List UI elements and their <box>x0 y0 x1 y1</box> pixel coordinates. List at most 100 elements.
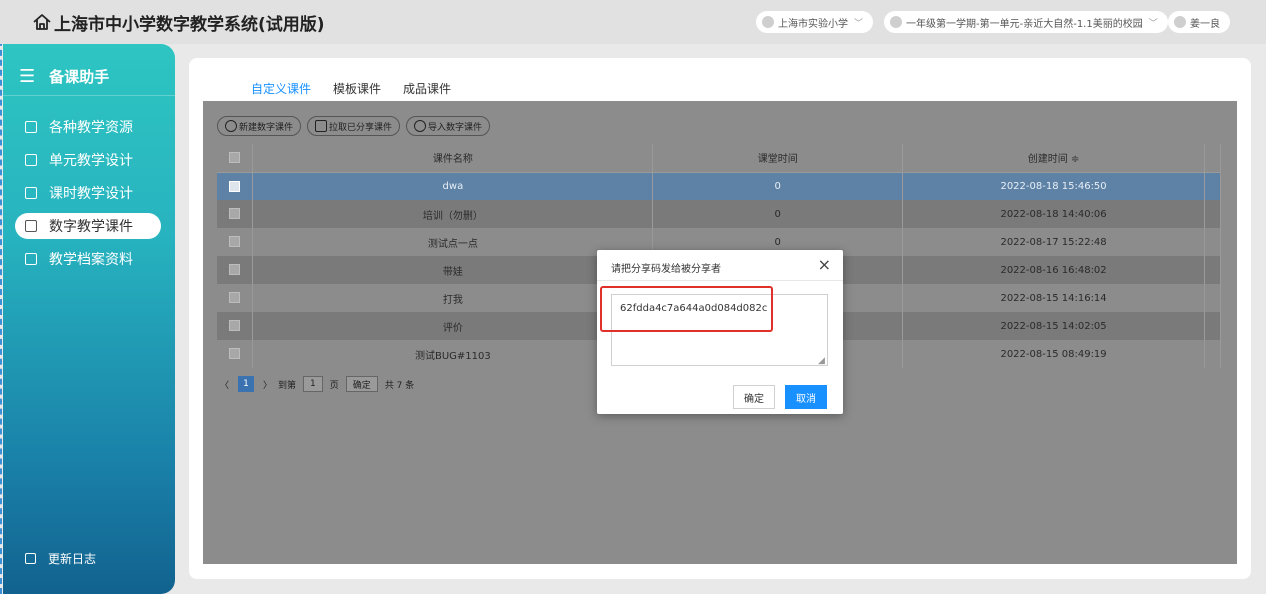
pull-icon <box>315 120 328 132</box>
row-select-cell[interactable] <box>217 312 254 340</box>
plus-icon <box>225 120 237 132</box>
import-courseware-button[interactable]: 导入数字课件 <box>406 116 491 136</box>
share-code-textarea[interactable]: 62fdda4c7a644a0d084d082c <box>611 294 828 366</box>
row-created: 2022-08-15 14:02:05 <box>902 312 1205 340</box>
close-icon[interactable]: × <box>818 255 831 274</box>
chevron-down-icon: ﹀ <box>1148 18 1158 29</box>
prev-page-button[interactable]: 〈 <box>220 378 229 391</box>
row-name: 测试点一点 <box>252 228 654 256</box>
row-select-cell[interactable] <box>217 340 254 368</box>
sidebar: ☰ 备课助手 各种教学资源 单元教学设计 课时教学设计 数字教学课件 教学档案资… <box>3 44 175 594</box>
row-name: 测试BUG#1103 <box>252 340 654 368</box>
sidebar-item-courseware[interactable]: 数字教学课件 <box>15 213 161 239</box>
avatar <box>1174 16 1186 28</box>
row-name: dwa <box>252 172 654 200</box>
row-created: 2022-08-15 14:16:14 <box>902 284 1205 312</box>
resource-icon <box>25 121 37 133</box>
share-code-dialog: 请把分享码发给被分享者 × 62fdda4c7a644a0d084d082c ◢… <box>597 250 843 414</box>
changelog-label: 更新日志 <box>48 552 97 566</box>
unit-icon <box>25 154 37 166</box>
sidebar-item-unit-design[interactable]: 单元教学设计 <box>15 147 161 173</box>
row-checkbox[interactable] <box>229 180 241 192</box>
dialog-title: 请把分享码发给被分享者 <box>611 264 721 275</box>
pull-shared-label: 拉取已分享课件 <box>329 122 393 133</box>
select-all-checkbox[interactable] <box>229 152 241 163</box>
row-checkbox[interactable] <box>229 236 241 248</box>
col-spacer <box>1204 144 1222 173</box>
row-created: 2022-08-15 08:49:19 <box>902 340 1205 368</box>
archive-icon <box>25 253 37 265</box>
row-time: 0 <box>652 172 904 200</box>
goto-label: 到第 <box>278 380 297 391</box>
confirm-button[interactable]: 确定 <box>733 385 775 409</box>
app-title: 上海市中小学数字教学系统(试用版) <box>54 15 325 35</box>
pull-shared-button[interactable]: 拉取已分享课件 <box>307 116 401 136</box>
row-spacer <box>1204 284 1222 312</box>
sidebar-item-label: 数字教学课件 <box>49 219 133 235</box>
chevron-down-icon: ﹀ <box>854 18 864 29</box>
table-row[interactable]: 培训（勿删） 0 2022-08-18 14:40:06 <box>217 200 1222 228</box>
row-spacer <box>1204 312 1222 340</box>
sidebar-header: ☰ 备课助手 <box>3 58 175 96</box>
row-select-cell[interactable] <box>217 172 254 200</box>
row-time: 0 <box>652 200 904 228</box>
courseware-icon <box>25 220 37 232</box>
changelog-link[interactable]: 更新日志 <box>25 550 96 567</box>
col-name: 课件名称 <box>252 144 654 173</box>
lesson-icon <box>25 187 37 199</box>
row-select-cell[interactable] <box>217 284 254 312</box>
sidebar-item-label: 单元教学设计 <box>49 153 133 169</box>
cancel-button[interactable]: 取消 <box>785 385 827 409</box>
user-menu[interactable]: 姜一良 <box>1168 11 1230 33</box>
changelog-icon <box>25 553 36 564</box>
col-created[interactable]: 创建时间 ≑ <box>902 144 1205 173</box>
row-created: 2022-08-17 15:22:48 <box>902 228 1205 256</box>
row-select-cell[interactable] <box>217 256 254 284</box>
row-spacer <box>1204 228 1222 256</box>
menu-icon[interactable]: ☰ <box>19 66 35 87</box>
resize-handle-icon[interactable]: ◢ <box>818 356 825 366</box>
home-icon[interactable] <box>32 12 52 32</box>
row-checkbox[interactable] <box>229 292 241 304</box>
row-checkbox[interactable] <box>229 348 241 360</box>
new-courseware-button[interactable]: 新建数字课件 <box>217 116 302 136</box>
row-name: 培训（勿删） <box>252 200 654 228</box>
row-select-cell[interactable] <box>217 200 254 228</box>
row-created: 2022-08-16 16:48:02 <box>902 256 1205 284</box>
sidebar-item-label: 各种教学资源 <box>49 120 133 136</box>
sidebar-item-archive[interactable]: 教学档案资料 <box>15 246 161 272</box>
school-selector[interactable]: 上海市实验小学 ﹀ <box>756 11 874 33</box>
table-header-row: 课件名称 课堂时间 创建时间 ≑ <box>217 144 1222 173</box>
user-name: 姜一良 <box>1190 18 1220 30</box>
next-page-button[interactable]: 〉 <box>263 378 272 391</box>
row-checkbox[interactable] <box>229 264 241 276</box>
row-checkbox[interactable] <box>229 320 241 332</box>
sidebar-item-resources[interactable]: 各种教学资源 <box>15 114 161 140</box>
cloud-upload-icon <box>414 120 427 132</box>
sidebar-item-lesson-design[interactable]: 课时教学设计 <box>15 180 161 206</box>
col-duration: 课堂时间 <box>652 144 904 173</box>
school-label: 上海市实验小学 <box>778 18 848 30</box>
page-unit-label: 页 <box>329 380 339 391</box>
row-name: 评价 <box>252 312 654 340</box>
page-number-current[interactable]: 1 <box>238 376 255 392</box>
row-checkbox[interactable] <box>229 208 241 220</box>
goto-confirm-button[interactable]: 确定 <box>345 376 378 392</box>
frame-border-left <box>0 0 2 594</box>
course-label: 一年级第一学期-第一单元-亲近大自然-1.1美丽的校园 <box>906 18 1143 30</box>
toolbar: 新建数字课件 拉取已分享课件 导入数字课件 <box>217 116 496 136</box>
row-spacer <box>1204 200 1222 228</box>
row-created: 2022-08-18 14:40:06 <box>902 200 1205 228</box>
sidebar-item-label: 教学档案资料 <box>49 252 133 268</box>
row-select-cell[interactable] <box>217 228 254 256</box>
table-row[interactable]: dwa 0 2022-08-18 15:46:50 <box>217 172 1222 200</box>
select-all-cell[interactable] <box>217 144 254 173</box>
new-courseware-label: 新建数字课件 <box>239 122 294 133</box>
dialog-divider <box>597 280 843 281</box>
course-selector[interactable]: 一年级第一学期-第一单元-亲近大自然-1.1美丽的校园 ﹀ <box>884 11 1168 33</box>
row-spacer <box>1204 172 1222 200</box>
sidebar-item-label: 课时教学设计 <box>49 186 133 202</box>
top-header: 上海市中小学数字教学系统(试用版) 上海市实验小学 ﹀ 一年级第一学期-第一单元… <box>0 0 1266 44</box>
page-input[interactable]: 1 <box>303 376 323 392</box>
row-created: 2022-08-18 15:46:50 <box>902 172 1205 200</box>
